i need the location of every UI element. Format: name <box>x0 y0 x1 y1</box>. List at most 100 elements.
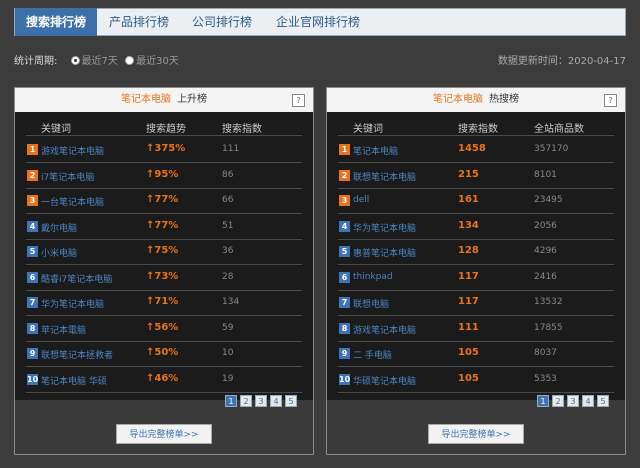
search-index: 111 <box>222 144 240 154</box>
page-button[interactable]: 3 <box>255 395 267 407</box>
keyword-link[interactable]: 一台笔记本电脑 <box>41 195 104 208</box>
product-count: 357170 <box>534 144 569 154</box>
product-count: 8101 <box>534 169 557 180</box>
update-time: 数据更新时间：2020-04-17 <box>497 56 626 67</box>
keyword-link[interactable]: dell <box>353 195 369 205</box>
keyword-link[interactable]: 笔记本电脑 <box>353 144 398 157</box>
table-row: 6 thinkpad 117 2416 <box>327 266 625 291</box>
help-icon[interactable]: ? <box>292 94 305 107</box>
rank-badge: 10 <box>27 373 39 385</box>
radio-30-days[interactable]: 最近30天 <box>125 52 179 67</box>
rank-badge: 2 <box>27 169 38 181</box>
trend-value: ↑46% <box>146 373 178 384</box>
trend-value: ↑77% <box>146 194 178 205</box>
keyword-link[interactable]: 酷睿i7笔记本电脑 <box>41 272 112 285</box>
tab-product-ranking[interactable]: 产品排行榜 <box>97 8 181 36</box>
keyword-link[interactable]: 戴尔电脑 <box>41 221 77 234</box>
trend-percent: 71% <box>154 296 179 307</box>
hot-search-panel: 笔记本电脑 热搜榜 ? 关键词 搜索指数 全站商品数 1 笔记本电脑 1458 3571… <box>326 87 626 455</box>
keyword-link[interactable]: 华硕笔记本电脑 <box>353 374 416 387</box>
page-button[interactable]: 1 <box>225 395 237 407</box>
search-index: 117 <box>458 270 479 282</box>
product-count: 2416 <box>534 271 557 282</box>
search-index: 59 <box>222 322 234 333</box>
search-index: 86 <box>222 169 234 180</box>
keyword-link[interactable]: thinkpad <box>353 272 393 282</box>
keyword-link[interactable]: 联想电脑 <box>353 297 389 310</box>
page-button[interactable]: 4 <box>582 395 594 407</box>
trend-value: ↑56% <box>146 322 178 333</box>
keyword-link[interactable]: 联想笔记本拯救者 <box>41 348 113 361</box>
search-index: 215 <box>458 168 479 180</box>
keyword-link[interactable]: 游戏笔记本电脑 <box>353 323 416 336</box>
ranking-table: 关键词 搜索趋势 搜索指数 1 游戏笔记本电脑 ↑375% 111 2 i7笔记本电脑 ↑9… <box>15 112 313 407</box>
trend-value: ↑75% <box>146 245 178 256</box>
keyword-link[interactable]: 惠普笔记本电脑 <box>353 246 416 259</box>
rank-badge: 9 <box>339 348 350 359</box>
ranking-table: 关键词 搜索指数 全站商品数 1 笔记本电脑 1458 357170 2 联想笔记本电脑 2… <box>327 112 625 407</box>
rank-badge: 1 <box>339 144 350 155</box>
table-row: 8 游戏笔记本电脑 111 17855 <box>327 317 625 342</box>
page-button[interactable]: 2 <box>240 395 252 407</box>
help-icon[interactable]: ? <box>604 94 617 107</box>
trend-percent: 75% <box>154 245 179 256</box>
trend-percent: 375% <box>154 143 186 154</box>
page-button[interactable]: 1 <box>537 395 549 407</box>
rank-badge: 8 <box>339 322 350 334</box>
rank-badge: 6 <box>27 271 38 283</box>
keyword-link[interactable]: 小米电脑 <box>41 246 77 259</box>
row-divider <box>26 391 302 393</box>
panel-title: 热搜榜 <box>489 94 519 105</box>
trend-value: ↑375% <box>146 143 185 154</box>
search-index: 66 <box>222 195 234 205</box>
search-index: 134 <box>222 297 240 307</box>
trend-percent: 50% <box>154 347 179 358</box>
search-index: 28 <box>222 271 234 282</box>
keyword-link[interactable]: 华为笔记本电脑 <box>353 221 416 234</box>
product-count: 8037 <box>534 348 557 358</box>
table-row: 6 酷睿i7笔记本电脑 ↑73% 28 <box>15 266 313 291</box>
trend-value: ↑77% <box>146 220 178 231</box>
header-divider <box>26 135 302 136</box>
product-count: 4296 <box>534 246 557 256</box>
search-index: 105 <box>458 347 479 358</box>
trend-percent: 77% <box>154 219 179 231</box>
table-row: 3 一台笔记本电脑 ↑77% 66 <box>15 189 313 214</box>
column-header-index: 搜索指数 <box>458 124 498 135</box>
rank-badge: 9 <box>27 348 38 359</box>
keyword-link[interactable]: 苹记本電脑 <box>41 323 86 336</box>
export-full-list-button[interactable]: 导出完整榜单>> <box>116 424 212 444</box>
keyword-link[interactable]: 二 手电脑 <box>353 348 392 361</box>
search-index: 1458 <box>458 143 486 154</box>
table-row: 9二 手电脑 105 8037 <box>327 342 625 367</box>
table-row: 5 小米电脑 ↑75% 36 <box>15 240 313 265</box>
search-index: 36 <box>222 246 234 256</box>
export-full-list-button[interactable]: 导出完整榜单>> <box>428 424 524 444</box>
page-button[interactable]: 5 <box>285 395 297 407</box>
keyword-link[interactable]: 联想笔记本电脑 <box>353 170 416 183</box>
rising-list-panel: 笔记本电脑 上升榜 ? 关键词 搜索趋势 搜索指数 1 游戏笔记本电脑 ↑375% 11… <box>14 87 314 455</box>
keyword-link[interactable]: 笔记本电脑 华硕 <box>41 374 107 387</box>
tab-company-ranking[interactable]: 公司排行榜 <box>181 8 263 36</box>
rank-badge: 3 <box>27 195 38 206</box>
tab-search-ranking[interactable]: 搜索排行榜 <box>15 8 97 36</box>
keyword-link[interactable]: i7笔记本电脑 <box>41 170 94 183</box>
page-button[interactable]: 2 <box>552 395 564 407</box>
page-button[interactable]: 5 <box>597 395 609 407</box>
trend-percent: 95% <box>154 168 179 180</box>
keyword-link[interactable]: 华为笔记本电脑 <box>41 297 104 310</box>
rank-badge: 1 <box>27 144 38 155</box>
table-row: 3 dell 161 23495 <box>327 189 625 214</box>
page-button[interactable]: 3 <box>567 395 579 407</box>
category-label: 笔记本电脑 <box>433 94 483 105</box>
table-row: 2 联想笔记本电脑 215 8101 <box>327 164 625 189</box>
header-divider <box>338 135 614 136</box>
tab-website-ranking[interactable]: 企业官网排行榜 <box>263 8 373 36</box>
search-index: 19 <box>222 373 234 384</box>
radio-7-days[interactable]: 最近7天 <box>70 52 118 67</box>
search-index: 105 <box>458 372 479 384</box>
row-divider <box>338 391 614 393</box>
search-index: 111 <box>458 321 479 333</box>
keyword-link[interactable]: 游戏笔记本电脑 <box>41 144 104 157</box>
page-button[interactable]: 4 <box>270 395 282 407</box>
